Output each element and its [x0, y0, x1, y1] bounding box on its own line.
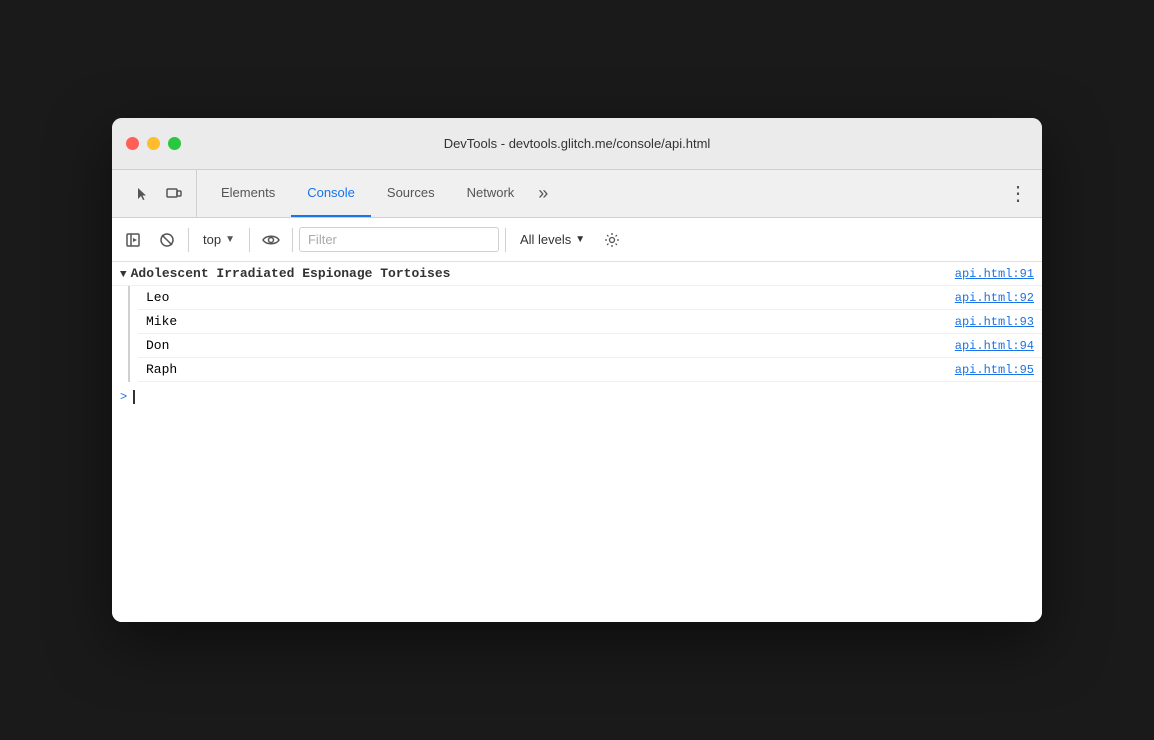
child-group: Leo api.html:92 Mike api.html:93 Don api…	[112, 286, 1042, 382]
child-value-mike: Mike	[146, 314, 177, 329]
devtools-window: DevTools - devtools.glitch.me/console/ap…	[112, 118, 1042, 622]
group-source-link[interactable]: api.html:91	[955, 267, 1034, 281]
menu-button[interactable]: ⋮	[1002, 178, 1034, 210]
child-source-don[interactable]: api.html:94	[955, 339, 1034, 353]
console-group-row: ▼ Adolescent Irradiated Espionage Tortoi…	[112, 262, 1042, 286]
divider-3	[292, 228, 293, 252]
child-value-raph: Raph	[146, 362, 177, 377]
cursor-icon-button[interactable]	[128, 180, 156, 208]
divider-1	[188, 228, 189, 252]
window-controls	[126, 137, 181, 150]
table-row: Leo api.html:92	[138, 286, 1042, 310]
more-tabs-button[interactable]: »	[530, 170, 556, 217]
maximize-button[interactable]	[168, 137, 181, 150]
tabs-bar: Elements Console Sources Network » ⋮	[112, 170, 1042, 218]
chevron-down-icon: ▼	[225, 234, 235, 245]
table-row: Don api.html:94	[138, 334, 1042, 358]
group-label: Adolescent Irradiated Espionage Tortoise…	[131, 266, 955, 281]
child-value-leo: Leo	[146, 290, 169, 305]
table-row: Mike api.html:93	[138, 310, 1042, 334]
indent-bar	[128, 286, 130, 382]
levels-chevron-icon: ▼	[575, 234, 585, 245]
console-toolbar: top ▼ All levels ▼	[112, 218, 1042, 262]
table-row: Raph api.html:95	[138, 358, 1042, 382]
child-source-raph[interactable]: api.html:95	[955, 363, 1034, 377]
clear-console-button[interactable]	[152, 225, 182, 255]
divider-2	[249, 228, 250, 252]
console-prompt-row[interactable]: >	[112, 382, 1042, 412]
minimize-button[interactable]	[147, 137, 160, 150]
child-source-leo[interactable]: api.html:92	[955, 291, 1034, 305]
window-title: DevTools - devtools.glitch.me/console/ap…	[444, 136, 711, 151]
context-selector[interactable]: top ▼	[195, 232, 243, 247]
sidebar-toggle-button[interactable]	[118, 225, 148, 255]
child-value-don: Don	[146, 338, 169, 353]
device-icon-button[interactable]	[160, 180, 188, 208]
child-source-mike[interactable]: api.html:93	[955, 315, 1034, 329]
expand-arrow-icon[interactable]: ▼	[120, 269, 127, 281]
tab-sources[interactable]: Sources	[371, 170, 451, 217]
tab-console[interactable]: Console	[291, 170, 371, 217]
close-button[interactable]	[126, 137, 139, 150]
filter-input[interactable]	[299, 227, 499, 252]
tab-network[interactable]: Network	[451, 170, 531, 217]
children-list: Leo api.html:92 Mike api.html:93 Don api…	[138, 286, 1042, 382]
levels-selector[interactable]: All levels ▼	[512, 232, 593, 247]
tab-menu: ⋮	[1002, 170, 1034, 217]
settings-button[interactable]	[597, 225, 627, 255]
prompt-chevron-icon: >	[120, 390, 127, 404]
divider-4	[505, 228, 506, 252]
console-output: ▼ Adolescent Irradiated Espionage Tortoi…	[112, 262, 1042, 622]
eye-button[interactable]	[256, 225, 286, 255]
prompt-cursor	[133, 390, 135, 404]
tab-elements[interactable]: Elements	[205, 170, 291, 217]
tab-icon-group	[120, 170, 197, 217]
titlebar: DevTools - devtools.glitch.me/console/ap…	[112, 118, 1042, 170]
